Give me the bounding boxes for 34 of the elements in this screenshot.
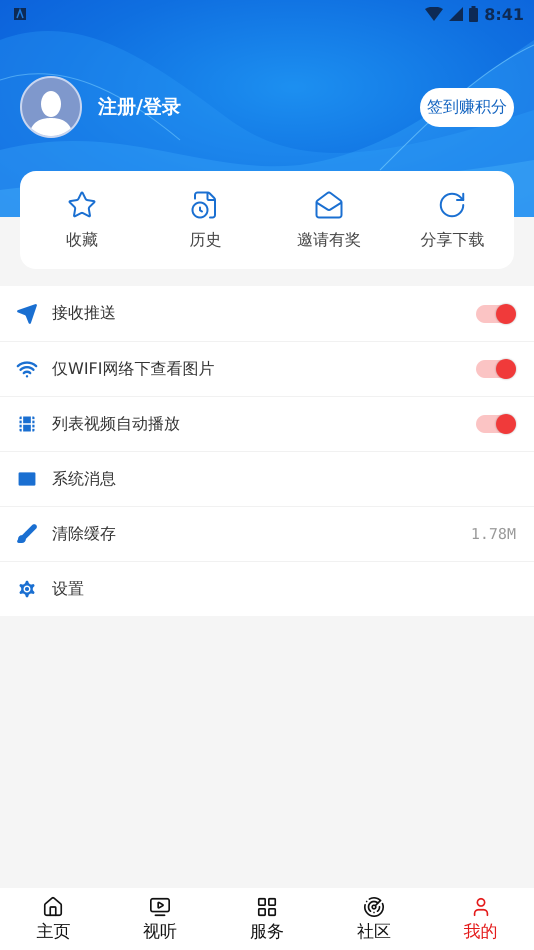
star-icon	[66, 190, 97, 220]
setting-label[interactable]: 仅WIFI网络下查看图片	[52, 358, 476, 380]
login-link[interactable]: 注册/登录	[98, 94, 420, 120]
home-icon	[42, 896, 64, 918]
toggle-switch[interactable]	[476, 304, 516, 322]
brush-icon	[16, 523, 38, 545]
nav-tab[interactable]: 我的	[427, 888, 534, 950]
quick-action[interactable]: 历史	[144, 190, 267, 250]
wifi-signal-icon	[425, 7, 444, 21]
setting-label[interactable]: 清除缓存	[52, 524, 471, 544]
paper-plane-icon	[16, 302, 38, 324]
setting-label[interactable]: 列表视频自动播放	[52, 414, 476, 434]
nav-tab[interactable]: 主页	[0, 888, 107, 950]
status-time: 8:41	[484, 4, 524, 24]
envelope-icon	[314, 190, 344, 220]
nav-tab[interactable]: 视听	[106, 888, 214, 950]
grid-icon	[256, 896, 278, 918]
setting-label[interactable]: 设置	[52, 578, 516, 600]
nav-tab[interactable]: 服务	[214, 888, 320, 950]
quick-action[interactable]: 分享下载	[390, 190, 514, 250]
cache-size: 1.78M	[470, 525, 516, 543]
nav-tab[interactable]: 社区	[320, 888, 428, 950]
tv-icon	[149, 896, 172, 918]
quick-action[interactable]: 收藏	[20, 190, 144, 250]
battery-icon	[469, 6, 478, 22]
toggle-switch[interactable]	[476, 415, 516, 433]
cell-signal-icon	[449, 7, 464, 21]
checkin-button[interactable]: 签到赚积分	[420, 88, 514, 126]
avatar[interactable]	[20, 76, 82, 138]
toggle-switch[interactable]	[476, 360, 516, 378]
setting-label[interactable]: 系统消息	[52, 468, 516, 490]
quick-action[interactable]: 邀请有奖	[267, 190, 390, 250]
radar-icon	[362, 896, 385, 918]
setting-label[interactable]: 接收推送	[52, 303, 476, 324]
